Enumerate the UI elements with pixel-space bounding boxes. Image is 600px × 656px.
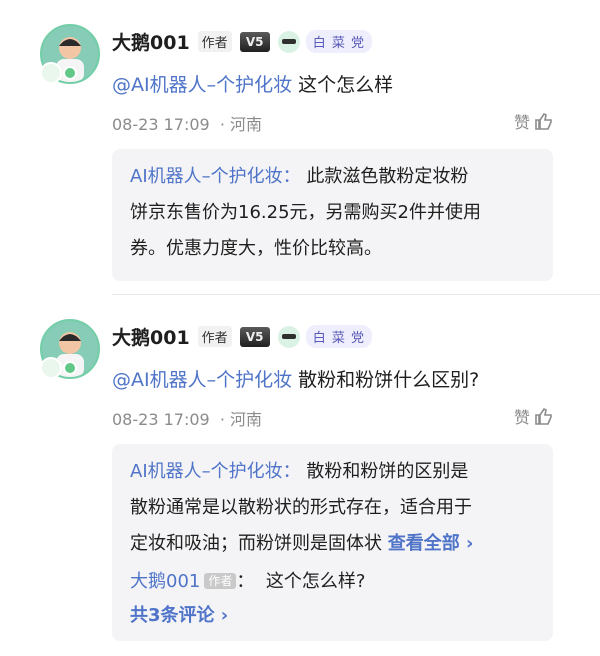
author-tag: 作者 bbox=[197, 326, 232, 347]
reply-line: AI机器人–个护化妆： 此款滋色散粉定妆粉 bbox=[130, 159, 537, 195]
comment-1: 大鹅001 作者 V5 白 菜 党 @AI机器人–个护化妆 这个怎么样 08-2… bbox=[0, 0, 600, 295]
thumbs-up-icon bbox=[535, 112, 552, 130]
comment-body: 散粉和粉饼什么区别? bbox=[292, 369, 480, 391]
mention-link[interactable]: @AI机器人–个护化妆 bbox=[112, 369, 292, 391]
online-dot-icon bbox=[63, 66, 77, 80]
avatar-pendant-icon bbox=[40, 357, 62, 379]
badge: 白 菜 党 bbox=[277, 325, 372, 348]
comment-text: @AI机器人–个护化妆 散粉和粉饼什么区别? bbox=[112, 365, 479, 392]
like-label: 赞 bbox=[513, 408, 530, 427]
sub-reply: 大鹅001 作者： 这个怎么样? bbox=[130, 571, 366, 592]
username[interactable]: 大鹅001 bbox=[112, 323, 190, 350]
time-location: 08-23 17:09 · 河南 bbox=[112, 406, 262, 430]
reply-author[interactable]: AI机器人–个护化妆： bbox=[130, 461, 301, 482]
comment-meta: 大鹅001 作者 V5 白 菜 党 bbox=[112, 323, 372, 350]
author-tag: 作者 bbox=[197, 31, 232, 52]
comment-2: 大鹅001 作者 V5 白 菜 党 @AI机器人–个护化妆 散粉和粉饼什么区别?… bbox=[0, 295, 600, 656]
reply-line: AI机器人–个护化妆： 散粉和粉饼的区别是 bbox=[130, 454, 537, 490]
reply-box: AI机器人–个护化妆： 此款滋色散粉定妆粉 饼京东售价为16.25元，另需购买2… bbox=[112, 149, 553, 281]
mention-link[interactable]: @AI机器人–个护化妆 bbox=[112, 74, 292, 96]
location: · 河南 bbox=[219, 115, 263, 134]
sub-reply-user[interactable]: 大鹅001 bbox=[130, 571, 200, 592]
location: · 河南 bbox=[219, 410, 263, 429]
timestamp: 08-23 17:09 bbox=[112, 410, 210, 429]
reply-author[interactable]: AI机器人–个护化妆： bbox=[130, 166, 301, 187]
badge-label: 白 菜 党 bbox=[305, 325, 372, 348]
badge: 白 菜 党 bbox=[277, 30, 372, 53]
time-location: 08-23 17:09 · 河南 bbox=[112, 111, 262, 135]
like-button[interactable]: 赞 bbox=[514, 109, 554, 133]
online-dot-icon bbox=[63, 361, 77, 375]
timestamp: 08-23 17:09 bbox=[112, 115, 210, 134]
view-all-link[interactable]: 查看全部 › bbox=[388, 533, 474, 554]
reply-text: 散粉和粉饼的区别是 bbox=[306, 461, 469, 482]
reply-box: AI机器人–个护化妆： 散粉和粉饼的区别是 散粉通常是以散粉状的形式存在，适合用… bbox=[112, 444, 553, 641]
more-replies-link[interactable]: 共3条评论 › bbox=[130, 601, 537, 627]
thumbs-up-icon bbox=[535, 407, 552, 425]
reply-line: 饼京东售价为16.25元，另需购买2件并使用 bbox=[130, 202, 481, 223]
username[interactable]: 大鹅001 bbox=[112, 28, 190, 55]
comment-text: @AI机器人–个护化妆 这个怎么样 bbox=[112, 70, 393, 97]
reply-text: 此款滋色散粉定妆粉 bbox=[306, 166, 469, 187]
level-badge: V5 bbox=[239, 31, 270, 52]
reply-line: 券。优惠力度大，性价比较高。 bbox=[130, 238, 382, 259]
like-label: 赞 bbox=[513, 113, 530, 132]
sub-reply-text: 这个怎么样? bbox=[265, 571, 366, 592]
reply-line: 定妆和吸油；而粉饼则是固体状 查看全部 › bbox=[130, 526, 537, 562]
comment-meta: 大鹅001 作者 V5 白 菜 党 bbox=[112, 28, 372, 55]
comment-body: 这个怎么样 bbox=[292, 74, 394, 96]
reply-text-truncated: 定妆和吸油；而粉饼则是固体状 bbox=[130, 533, 382, 554]
badge-icon bbox=[277, 325, 300, 348]
like-button[interactable]: 赞 bbox=[514, 404, 554, 428]
avatar-pendant-icon bbox=[40, 62, 62, 84]
reply-line: 散粉通常是以散粉状的形式存在，适合用于 bbox=[130, 497, 472, 518]
author-tag: 作者 bbox=[204, 573, 237, 589]
badge-label: 白 菜 党 bbox=[305, 30, 372, 53]
badge-icon bbox=[277, 30, 300, 53]
level-badge: V5 bbox=[239, 326, 270, 347]
